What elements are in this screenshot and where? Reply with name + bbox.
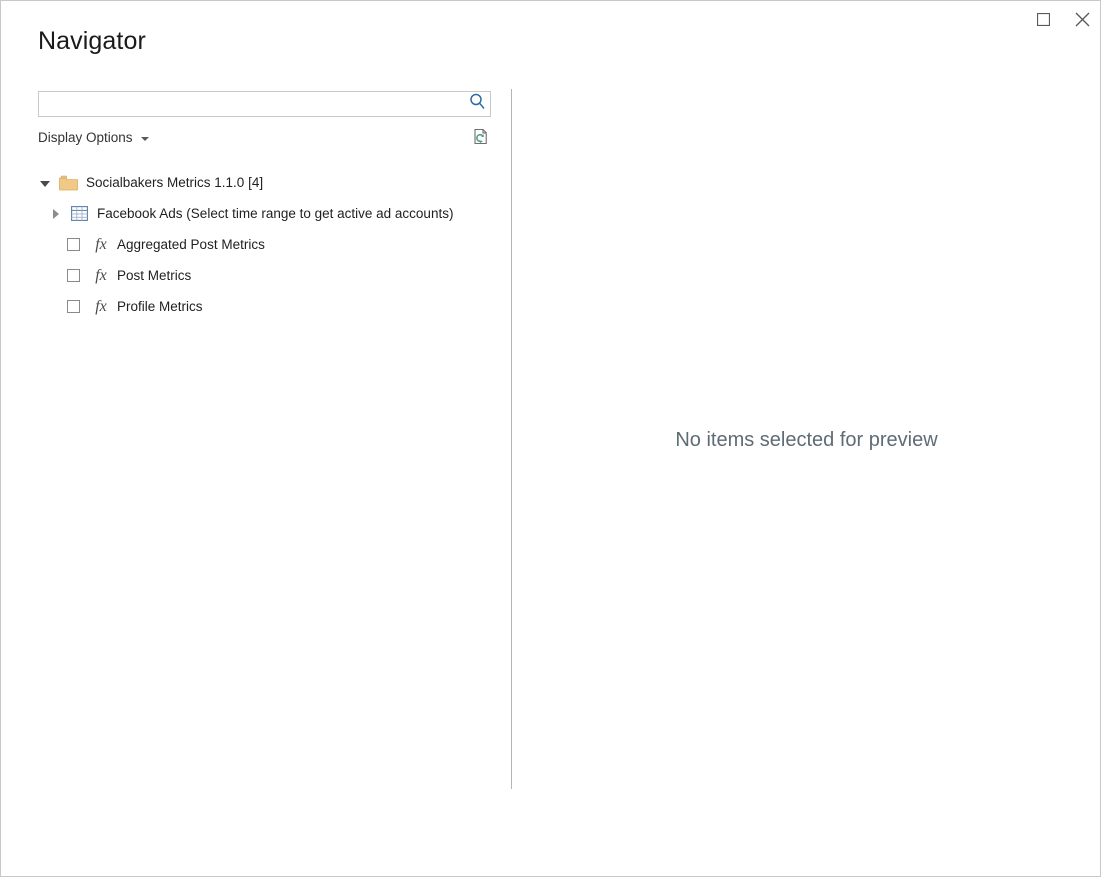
refresh-document-icon — [472, 128, 491, 152]
tree-node-checkbox[interactable] — [67, 238, 80, 251]
tree-node-label: Post Metrics — [117, 268, 192, 283]
maximize-icon — [1036, 12, 1050, 26]
refresh-preview-button[interactable] — [469, 128, 493, 152]
function-fx-icon: fx — [95, 235, 107, 253]
tree-node-checkbox[interactable] — [67, 300, 80, 313]
tree-node-checkbox[interactable] — [67, 269, 80, 282]
preview-empty-message: No items selected for preview — [675, 429, 938, 451]
search-input[interactable] — [39, 93, 464, 115]
table-icon — [67, 206, 91, 221]
navigator-dialog: Navigator Display Options Socialbakers M… — [0, 0, 1101, 877]
tree-node-folder[interactable]: Socialbakers Metrics 1.1.0 [4] — [38, 167, 498, 198]
tree-node-aggregated-post-metrics[interactable]: fx Aggregated Post Metrics — [38, 229, 498, 260]
maximize-button[interactable] — [1026, 5, 1060, 33]
function-fx-icon: fx — [95, 297, 107, 315]
tree-node-label: Facebook Ads (Select time range to get a… — [97, 206, 454, 221]
search-button[interactable] — [464, 92, 490, 116]
triangle-collapsed-icon — [53, 208, 59, 219]
dialog-footer: Load Transform Data Cancel — [1, 788, 1100, 876]
tree-node-facebook-ads[interactable]: Facebook Ads (Select time range to get a… — [38, 198, 498, 229]
tree-node-post-metrics[interactable]: fx Post Metrics — [38, 260, 498, 291]
title-bar: Navigator — [1, 1, 1100, 73]
expand-collapse-toggle[interactable] — [38, 179, 56, 187]
chevron-down-icon — [140, 136, 149, 141]
tree-node-label: Aggregated Post Metrics — [117, 237, 265, 252]
function-fx-icon: fx — [95, 266, 107, 284]
navigation-tree: Socialbakers Metrics 1.1.0 [4] Facebook … — [38, 167, 498, 322]
tree-node-label: Socialbakers Metrics 1.1.0 [4] — [86, 175, 264, 190]
display-options-dropdown[interactable]: Display Options — [38, 130, 149, 145]
tree-node-profile-metrics[interactable]: fx Profile Metrics — [38, 291, 498, 322]
search-icon — [469, 93, 486, 115]
expand-collapse-toggle[interactable] — [49, 208, 67, 219]
preview-pane: No items selected for preview — [512, 89, 1100, 789]
folder-icon — [56, 175, 80, 191]
display-options-label: Display Options — [38, 130, 133, 145]
triangle-expanded-icon — [40, 180, 50, 187]
close-icon — [1075, 12, 1090, 27]
close-button[interactable] — [1065, 5, 1099, 33]
page-title: Navigator — [38, 27, 146, 55]
search-box[interactable] — [38, 91, 491, 117]
tree-node-label: Profile Metrics — [117, 299, 203, 314]
